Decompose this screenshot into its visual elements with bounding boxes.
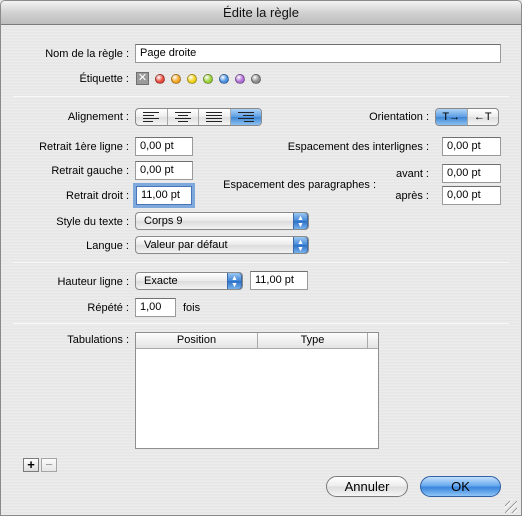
line-height-mode-value: Exacte <box>144 275 178 287</box>
column-header-filler <box>368 333 378 349</box>
left-align-icon[interactable] <box>136 109 168 125</box>
spacing-after-field[interactable]: 0,00 pt <box>442 186 501 205</box>
remove-button[interactable]: − <box>41 458 57 472</box>
line-height-label: Hauteur ligne : <box>57 276 129 288</box>
column-header-position[interactable]: Position <box>136 333 258 349</box>
rule-name-field[interactable]: Page droite <box>135 44 501 63</box>
alignment-label: Alignement : <box>67 111 129 123</box>
separator <box>13 96 509 97</box>
center-align-icon[interactable] <box>168 109 199 125</box>
repeat-field[interactable]: 1,00 <box>135 298 176 317</box>
indent-left-label: Retrait gauche : <box>51 165 129 177</box>
tabs-label: Tabulations : <box>67 334 129 346</box>
indent-first-field[interactable]: 0,00 pt <box>135 137 193 156</box>
window-title: Édite la règle <box>1 1 521 25</box>
right-to-left-button[interactable]: ←T <box>468 109 499 125</box>
text-style-popup[interactable]: Corps 9 ▲ ▼ <box>135 212 309 230</box>
justify-align-icon[interactable] <box>199 109 231 125</box>
edit-rule-dialog: Édite la règle Nom de la règle : Page dr… <box>0 0 522 516</box>
indent-right-field[interactable]: 11,00 pt <box>136 186 192 205</box>
add-button[interactable]: + <box>23 458 39 472</box>
orientation-label: Orientation : <box>369 111 429 123</box>
tag-color-orange[interactable] <box>171 74 181 84</box>
line-height-mode-popup[interactable]: Exacte ▲ ▼ <box>135 272 243 290</box>
left-to-right-button[interactable]: T→ <box>436 109 468 125</box>
alignment-segmented-control <box>135 108 262 126</box>
spacing-after-label: après : <box>395 190 429 202</box>
line-spacing-field[interactable]: 0,00 pt <box>442 137 501 156</box>
resize-grip-icon[interactable] <box>505 501 517 513</box>
tag-color-red[interactable] <box>155 74 165 84</box>
separator <box>13 262 509 263</box>
line-spacing-label: Espacement des interlignes : <box>287 141 429 153</box>
indent-first-label: Retrait 1ère ligne : <box>39 141 129 153</box>
paragraph-spacing-label: Espacement des paragraphes : <box>223 179 376 191</box>
tag-color-yellow[interactable] <box>187 74 197 84</box>
tag-color-gray[interactable] <box>251 74 261 84</box>
x-icon[interactable]: ✕ <box>136 72 149 85</box>
ok-button[interactable]: OK <box>420 476 501 497</box>
language-label: Langue : <box>86 240 129 252</box>
line-height-field[interactable]: 11,00 pt <box>250 271 308 290</box>
language-popup[interactable]: Valeur par défaut ▲ ▼ <box>135 236 309 254</box>
spacing-before-field[interactable]: 0,00 pt <box>442 164 501 183</box>
tag-label: Étiquette : <box>79 73 129 85</box>
rule-name-label: Nom de la règle : <box>45 48 129 60</box>
right-align-icon[interactable] <box>230 109 261 125</box>
repeat-label: Répété : <box>87 302 129 314</box>
chevron-up-down-icon: ▲ ▼ <box>293 237 308 253</box>
orientation-segmented-control: T→ ←T <box>435 108 499 126</box>
tag-color-blue[interactable] <box>219 74 229 84</box>
chevron-up-down-icon: ▲ ▼ <box>227 273 242 289</box>
tabs-table[interactable]: Position Type <box>135 332 379 449</box>
spacing-before-label: avant : <box>395 168 429 180</box>
indent-right-label: Retrait droit : <box>66 190 129 202</box>
repeat-unit: fois <box>183 302 201 314</box>
indent-left-field[interactable]: 0,00 pt <box>135 161 193 180</box>
column-header-type[interactable]: Type <box>258 333 368 349</box>
text-style-value: Corps 9 <box>144 215 183 227</box>
tag-color-green[interactable] <box>203 74 213 84</box>
chevron-up-down-icon: ▲ ▼ <box>293 213 308 229</box>
language-value: Valeur par défaut <box>144 239 228 251</box>
separator <box>13 323 509 324</box>
text-style-label: Style du texte : <box>56 216 129 228</box>
cancel-button[interactable]: Annuler <box>326 476 408 497</box>
tag-color-purple[interactable] <box>235 74 245 84</box>
